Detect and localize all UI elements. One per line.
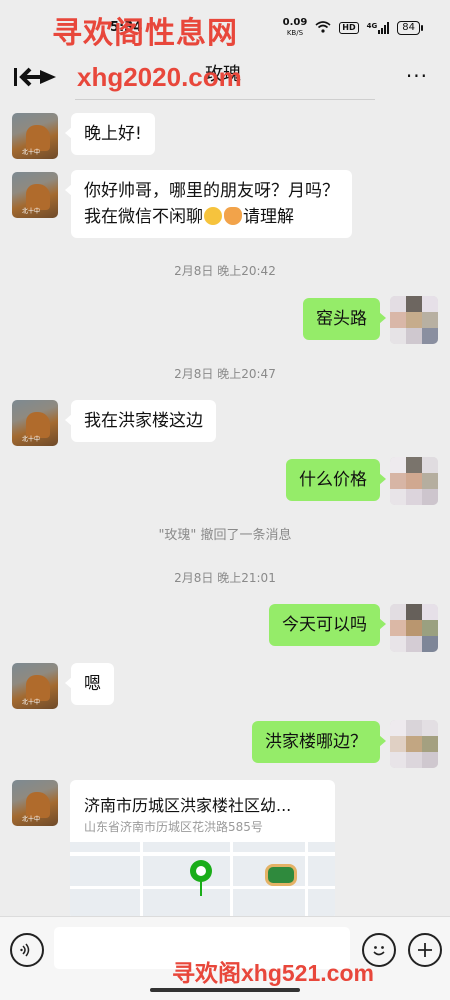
message-text: 洪家楼哪边？ xyxy=(265,732,367,752)
message-text: 你好帅哥，哪里的朋友呀？月吗？ xyxy=(84,181,339,201)
system-message-recalled: "玫瑰" 撤回了一条消息 xyxy=(158,528,292,543)
more-icon[interactable]: ··· xyxy=(406,64,428,88)
signal-icon: 4G xyxy=(367,22,390,34)
message-bubble-sent[interactable]: 窑头路 xyxy=(303,298,386,340)
avatar[interactable]: 北十中 xyxy=(12,400,58,446)
watermark-url: xhg2020.com xyxy=(77,62,242,92)
watermark-bottom: 寻欢阁xhg521.com xyxy=(172,960,374,986)
laugh-emoji-icon xyxy=(204,207,222,225)
message-bubble-received[interactable]: 你好帅哥，哪里的朋友呀？月吗？ 我在微信不闲聊 请理解 xyxy=(65,170,352,238)
location-address: 山东省济南市历城区花洪路585号 xyxy=(84,820,263,834)
plus-icon[interactable] xyxy=(408,933,442,967)
message-text: 晚上好! xyxy=(84,124,142,144)
network-speed-unit: KB/S xyxy=(286,29,304,37)
network-speed: 0.09 KB/S xyxy=(283,18,308,38)
message-bubble-received[interactable]: 嗯 xyxy=(65,663,114,705)
message-bubble-received[interactable]: 我在洪家楼这边 xyxy=(65,400,216,442)
watermark-top: 寻欢阁性息网 xyxy=(52,16,238,51)
back-arrow-icon[interactable] xyxy=(10,62,60,92)
timestamp: 2月8日 晚上20:47 xyxy=(174,367,276,381)
message-bubble-received[interactable]: 晚上好! xyxy=(65,113,155,155)
message-bubble-sent[interactable]: 洪家楼哪边？ xyxy=(252,721,386,763)
map-pin-icon xyxy=(190,860,212,882)
avatar[interactable]: 北十中 xyxy=(12,663,58,709)
avatar[interactable]: 北十中 xyxy=(12,172,58,218)
map-pin-stem xyxy=(200,880,202,896)
avatar-self[interactable] xyxy=(390,720,438,768)
message-bubble-sent[interactable]: 什么价格 xyxy=(286,459,386,501)
hug-emoji-icon xyxy=(224,207,242,225)
network-speed-value: 0.09 xyxy=(282,17,308,28)
avatar-self[interactable] xyxy=(390,296,438,344)
voice-icon[interactable] xyxy=(10,933,44,967)
location-title: 济南市历城区洪家楼社区幼... xyxy=(84,796,292,815)
home-indicator[interactable] xyxy=(150,988,300,992)
chat-screen: 5:34 0.09 KB/S HD 4G 84 玫瑰 ··· 寻欢阁性息网 xh… xyxy=(0,0,450,1000)
timestamp: 2月8日 晚上20:42 xyxy=(174,264,276,278)
message-text: 窑头路 xyxy=(316,309,367,329)
message-text: 嗯 xyxy=(84,674,101,694)
stadium-map-feature xyxy=(265,864,297,886)
message-text: 今天可以吗 xyxy=(282,615,367,635)
message-text-line2: 我在微信不闲聊 请理解 xyxy=(84,207,294,227)
avatar[interactable]: 北十中 xyxy=(12,780,58,826)
status-icons: 0.09 KB/S HD 4G 84 xyxy=(283,18,423,38)
message-text: 我在洪家楼这边 xyxy=(84,411,203,431)
location-map[interactable] xyxy=(70,842,335,920)
wifi-icon xyxy=(315,20,331,36)
battery-icon: 84 xyxy=(397,21,423,35)
avatar-self[interactable] xyxy=(390,457,438,505)
avatar[interactable]: 北十中 xyxy=(12,113,58,159)
message-text: 什么价格 xyxy=(299,470,367,490)
network-type: 4G xyxy=(366,22,378,30)
timestamp: 2月8日 晚上21:01 xyxy=(174,571,276,585)
message-bubble-sent[interactable]: 今天可以吗 xyxy=(269,604,386,646)
location-card[interactable]: 济南市历城区洪家楼社区幼... 山东省济南市历城区花洪路585号 xyxy=(70,780,335,920)
divider xyxy=(75,99,375,100)
avatar-self[interactable] xyxy=(390,604,438,652)
hd-badge: HD xyxy=(339,22,359,34)
